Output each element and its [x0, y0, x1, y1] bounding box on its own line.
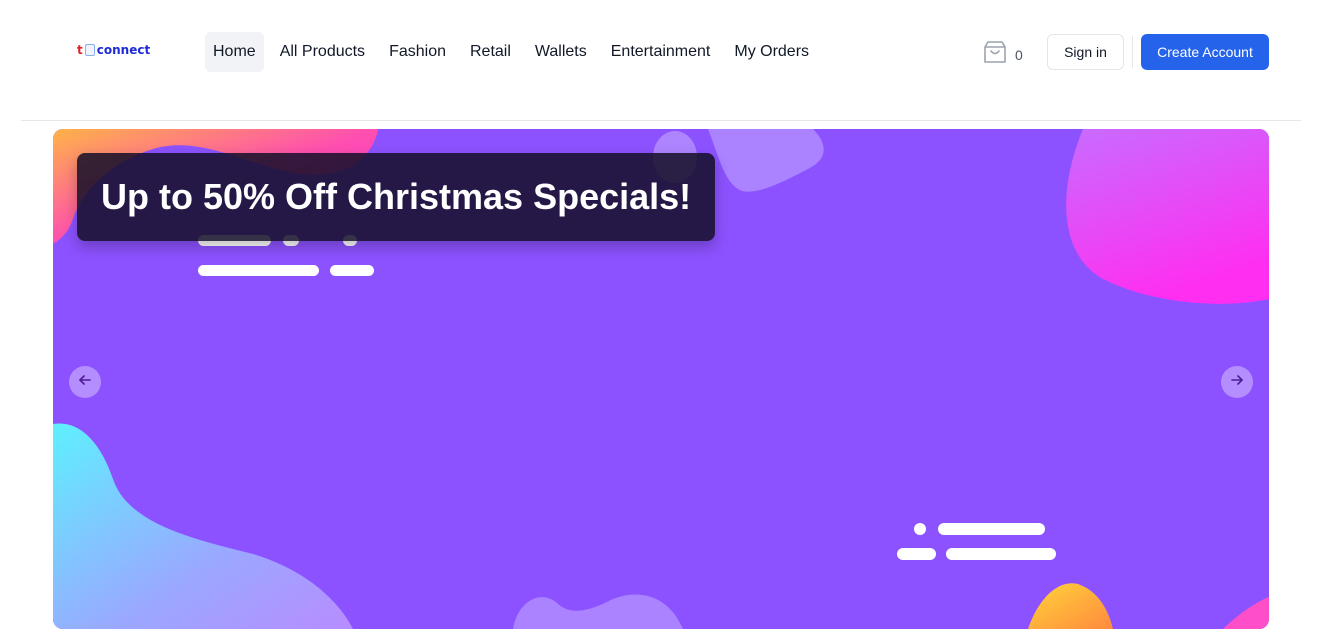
logo-text: connect [96, 43, 151, 57]
logo-mark-icon [84, 44, 95, 56]
logo-letter: t [77, 43, 83, 57]
header-divider [1132, 36, 1133, 68]
carousel-next-button[interactable] [1221, 366, 1253, 398]
nav-item-all-products[interactable]: All Products [272, 32, 373, 72]
nav-item-entertainment[interactable]: Entertainment [603, 32, 719, 72]
carousel-prev-button[interactable] [69, 366, 101, 398]
nav-item-fashion[interactable]: Fashion [381, 32, 454, 72]
nav-item-wallets[interactable]: Wallets [527, 32, 595, 72]
shopping-bag-icon [983, 39, 1007, 70]
banner-headline: Up to 50% Off Christmas Specials! [77, 153, 715, 241]
hero-banner: Up to 50% Off Christmas Specials! [53, 129, 1269, 629]
nav-item-retail[interactable]: Retail [462, 32, 519, 72]
create-account-button[interactable]: Create Account [1141, 34, 1269, 70]
site-logo[interactable]: t connect [77, 40, 150, 60]
cart-button[interactable]: 0 [983, 39, 1023, 70]
cart-count: 0 [1015, 46, 1023, 63]
nav-item-home[interactable]: Home [205, 32, 264, 72]
site-header: t connect Home All Products Fashion Reta… [0, 0, 1326, 120]
arrow-left-icon [77, 372, 93, 393]
nav-item-my-orders[interactable]: My Orders [726, 32, 817, 72]
sign-in-button[interactable]: Sign in [1047, 34, 1124, 70]
arrow-right-icon [1229, 372, 1245, 393]
main-nav: Home All Products Fashion Retail Wallets… [205, 32, 825, 72]
header-separator [21, 120, 1301, 121]
